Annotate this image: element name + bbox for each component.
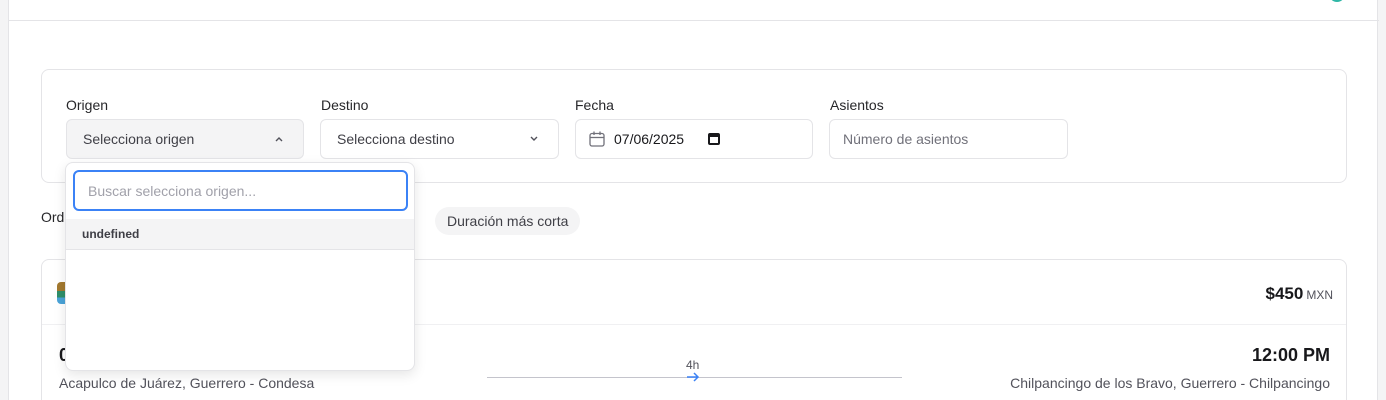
top-bar	[9, 0, 1379, 21]
sort-chip-shortest-duration[interactable]: Duración más corta	[435, 207, 581, 235]
arrival-location: Chilpancingo de los Bravo, Guerrero - Ch…	[1010, 375, 1330, 391]
arrow-right-icon	[687, 372, 700, 382]
destination-select-value: Selecciona destino	[337, 131, 455, 147]
seats-label: Asientos	[830, 97, 884, 113]
price-amount: $450	[1265, 284, 1304, 303]
departure-location: Acapulco de Juárez, Guerrero - Condesa	[59, 375, 315, 391]
seats-input[interactable]: Número de asientos	[829, 119, 1068, 159]
origin-select[interactable]: Selecciona origen	[66, 119, 304, 159]
arrival-time: 12:00 PM	[1251, 345, 1330, 365]
destination-label: Destino	[321, 97, 369, 113]
origin-dropdown: undefined	[65, 162, 415, 371]
date-label: Fecha	[575, 97, 614, 113]
origin-select-value: Selecciona origen	[83, 131, 195, 147]
seats-placeholder: Número de asientos	[843, 131, 969, 147]
dropdown-option[interactable]: undefined	[66, 219, 414, 250]
origin-search-input[interactable]	[73, 170, 408, 211]
price-currency: MXN	[1306, 288, 1333, 302]
avatar[interactable]	[1329, 0, 1345, 2]
destination-select[interactable]: Selecciona destino	[320, 119, 559, 159]
sort-label: Ord	[41, 209, 65, 225]
calendar-icon	[589, 131, 605, 147]
trip-price: $450 MXN	[1266, 284, 1334, 304]
origin-label: Origen	[66, 97, 109, 113]
chevron-down-icon	[530, 136, 538, 141]
date-input[interactable]: 07/06/2025	[575, 119, 813, 159]
date-picker-icon[interactable]	[708, 133, 721, 145]
date-value: 07/06/2025	[614, 131, 685, 147]
chevron-up-icon	[275, 137, 283, 142]
